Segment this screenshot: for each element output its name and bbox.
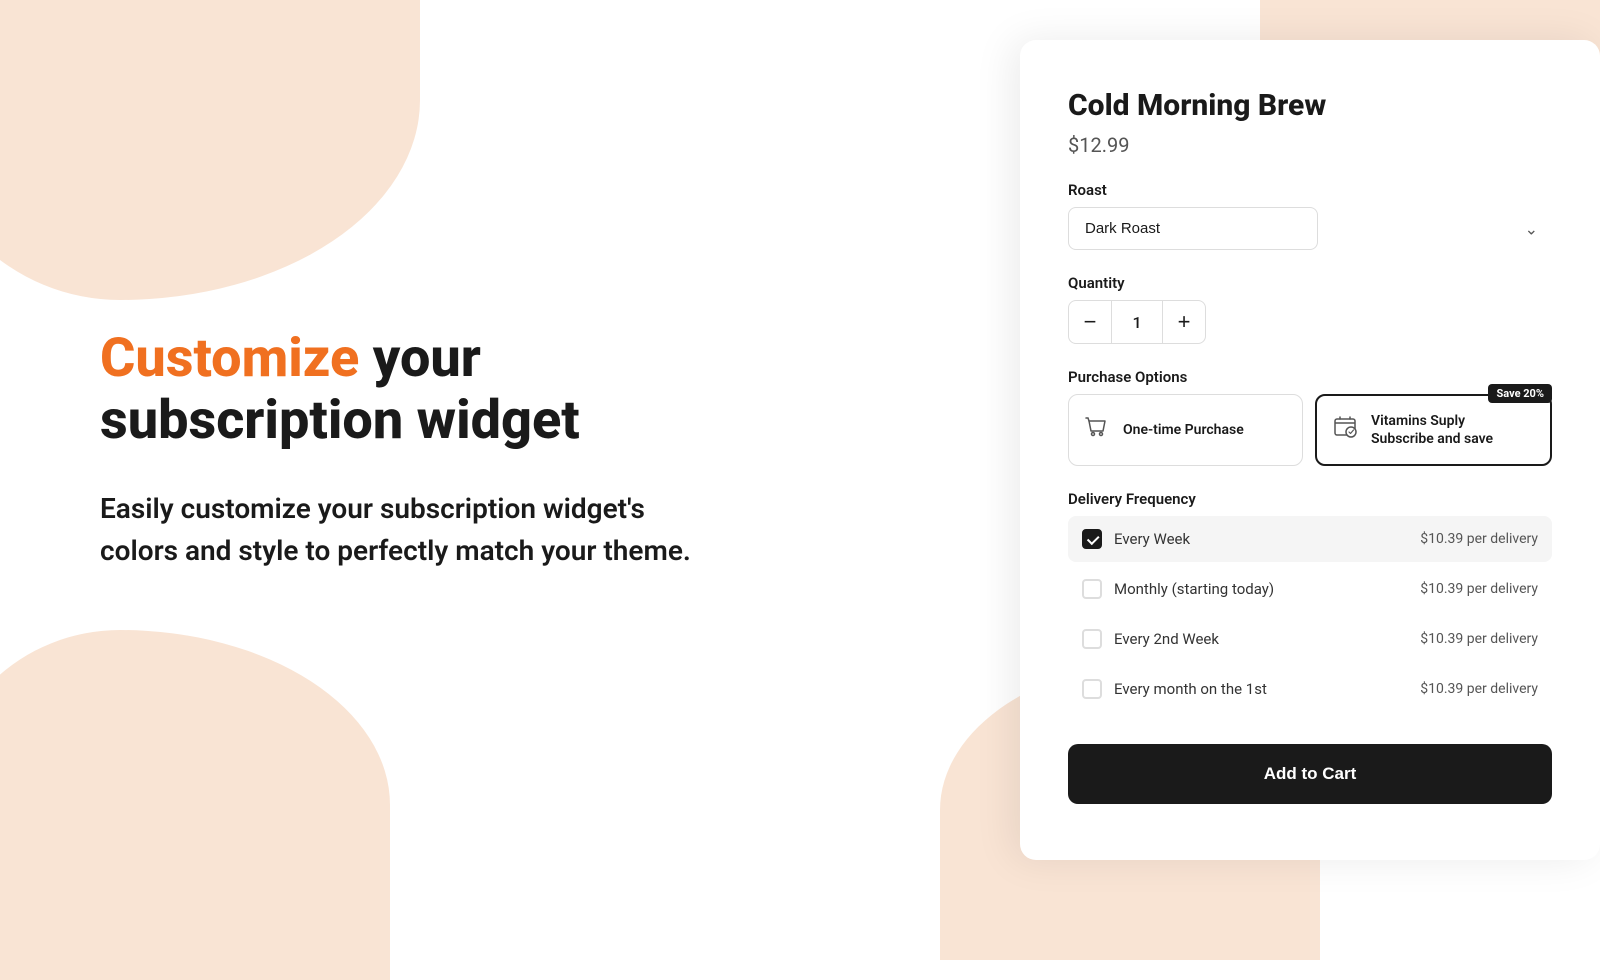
delivery-options-list: Every Week $10.39 per delivery Monthly (… <box>1068 516 1552 712</box>
delivery-option-every-2nd-week[interactable]: Every 2nd Week $10.39 per delivery <box>1068 616 1552 662</box>
checkbox-every-2nd-week[interactable] <box>1082 629 1102 649</box>
purchase-options-label: Purchase Options <box>1068 368 1552 386</box>
subscribe-save-option[interactable]: Save 20% Vitamins SuplySubscribe and sav… <box>1315 394 1552 466</box>
roast-select[interactable]: Dark Roast Medium Roast Light Roast <box>1068 207 1318 250</box>
main-headline: Customize yoursubscription widget <box>100 328 940 452</box>
purchase-options-section: Purchase Options One-time Purchase S <box>1068 368 1552 466</box>
delivery-frequency-label: Delivery Frequency <box>1068 490 1552 508</box>
delivery-option-left-2: Monthly (starting today) <box>1082 579 1274 599</box>
delivery-option-every-week[interactable]: Every Week $10.39 per delivery <box>1068 516 1552 562</box>
delivery-every-week-price: $10.39 per delivery <box>1420 531 1538 547</box>
product-title: Cold Morning Brew <box>1068 88 1552 123</box>
roast-label: Roast <box>1068 181 1552 199</box>
headline-accent: Customize <box>100 327 359 390</box>
subscribe-icon <box>1331 413 1359 447</box>
delivery-monthly-price: $10.39 per delivery <box>1420 581 1538 597</box>
product-card: Cold Morning Brew $12.99 Roast Dark Roas… <box>1020 40 1600 860</box>
roast-section: Roast Dark Roast Medium Roast Light Roas… <box>1068 181 1552 250</box>
one-time-label: One-time Purchase <box>1123 421 1244 439</box>
left-section: Customize yoursubscription widget Easily… <box>0 248 1020 652</box>
one-time-purchase-option[interactable]: One-time Purchase <box>1068 394 1303 466</box>
quantity-value: 1 <box>1112 300 1162 344</box>
page-layout: Customize yoursubscription widget Easily… <box>0 0 1600 900</box>
delivery-option-left-3: Every 2nd Week <box>1082 629 1219 649</box>
product-price: $12.99 <box>1068 133 1552 157</box>
delivery-2nd-week-price: $10.39 per delivery <box>1420 631 1538 647</box>
roast-dropdown-wrapper: Dark Roast Medium Roast Light Roast ⌄ <box>1068 207 1552 250</box>
delivery-every-week-label: Every Week <box>1114 530 1190 548</box>
add-to-cart-button[interactable]: Add to Cart <box>1068 744 1552 804</box>
one-time-icon <box>1083 413 1111 447</box>
delivery-monthly-label: Monthly (starting today) <box>1114 580 1274 598</box>
chevron-down-icon: ⌄ <box>1525 219 1538 238</box>
save-badge: Save 20% <box>1488 384 1552 403</box>
quantity-section: Quantity − 1 + <box>1068 274 1552 344</box>
checkbox-month-1st[interactable] <box>1082 679 1102 699</box>
quantity-control: − 1 + <box>1068 300 1552 344</box>
quantity-decrease-button[interactable]: − <box>1068 300 1112 344</box>
delivery-option-month-1st[interactable]: Every month on the 1st $10.39 per delive… <box>1068 666 1552 712</box>
checkbox-every-week[interactable] <box>1082 529 1102 549</box>
delivery-frequency-section: Delivery Frequency Every Week $10.39 per… <box>1068 490 1552 712</box>
delivery-month-1st-price: $10.39 per delivery <box>1420 681 1538 697</box>
delivery-option-left-4: Every month on the 1st <box>1082 679 1267 699</box>
checkbox-monthly[interactable] <box>1082 579 1102 599</box>
quantity-increase-button[interactable]: + <box>1162 300 1206 344</box>
delivery-month-1st-label: Every month on the 1st <box>1114 680 1267 698</box>
subscribe-label: Vitamins SuplySubscribe and save <box>1371 412 1493 448</box>
main-description: Easily customize your subscription widge… <box>100 488 720 572</box>
delivery-option-left-1: Every Week <box>1082 529 1190 549</box>
delivery-2nd-week-label: Every 2nd Week <box>1114 630 1219 648</box>
delivery-option-monthly[interactable]: Monthly (starting today) $10.39 per deli… <box>1068 566 1552 612</box>
purchase-options-container: One-time Purchase Save 20% Vitamins Su <box>1068 394 1552 466</box>
quantity-label: Quantity <box>1068 274 1552 292</box>
